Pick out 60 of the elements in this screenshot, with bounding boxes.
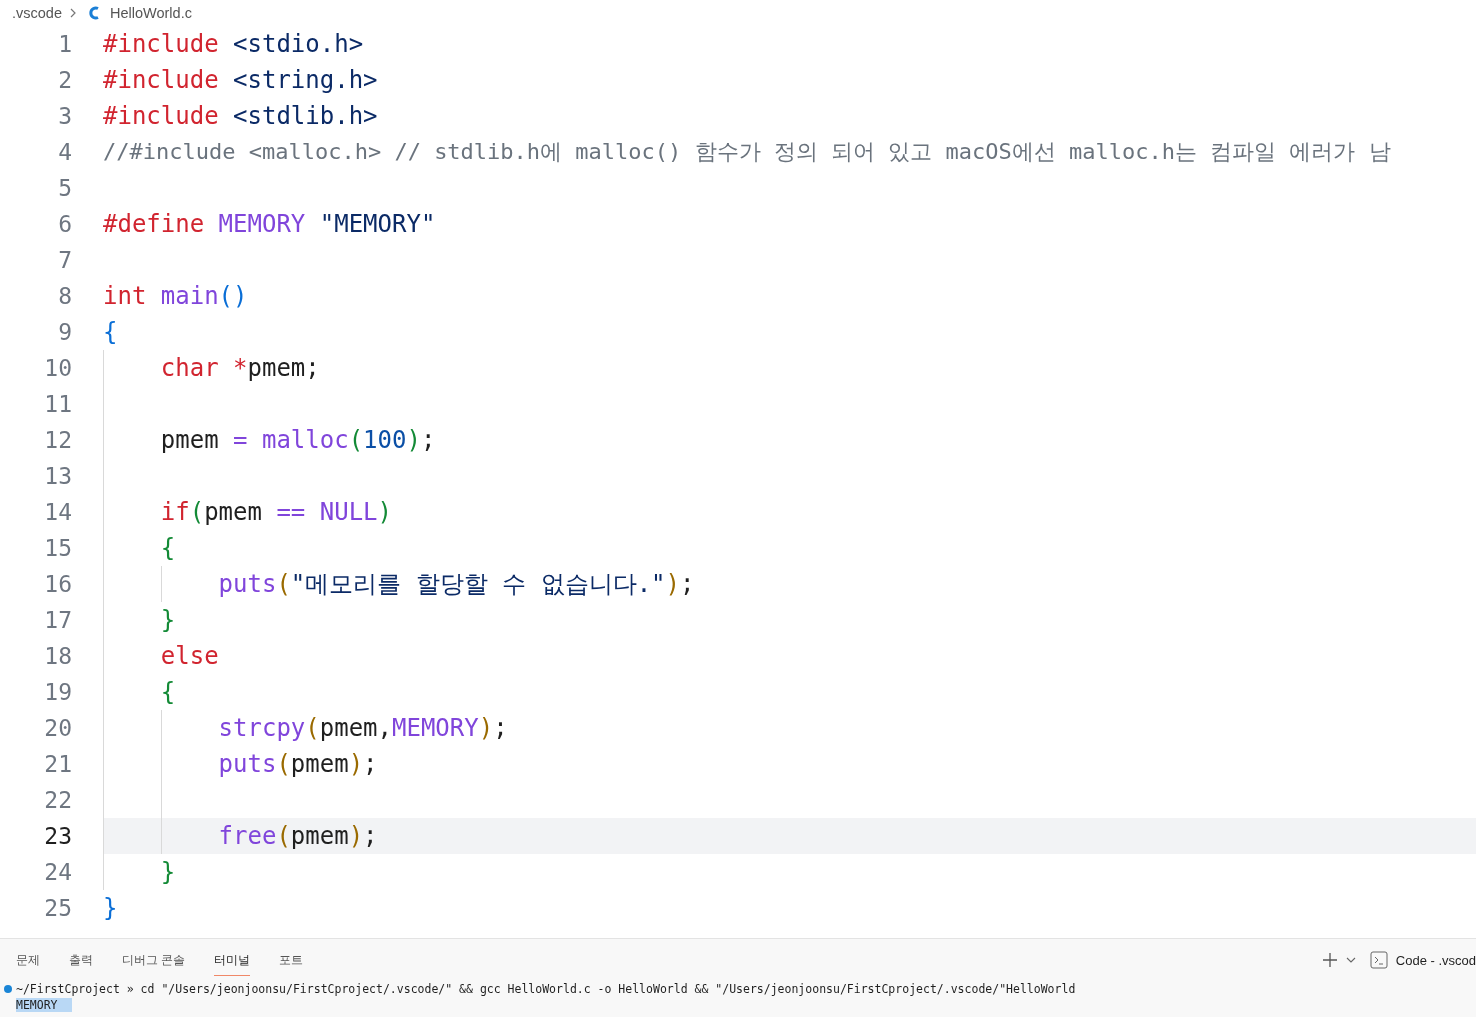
line-number: 10	[43, 355, 72, 381]
line-number: 9	[57, 319, 72, 345]
line-number: 25	[43, 895, 72, 921]
line-number: 24	[43, 859, 72, 885]
c-file-icon	[88, 5, 100, 21]
line-number: 12	[43, 427, 72, 453]
code-line: if(pmem == NULL)	[159, 498, 392, 526]
terminal-output: MEMORY	[16, 998, 72, 1012]
line-number: 23	[43, 823, 72, 849]
code-line: puts(pmem);	[217, 750, 378, 778]
chevron-right-icon	[68, 8, 78, 18]
panel-tab[interactable]: 문제	[16, 944, 40, 976]
code-line: #include <string.h>	[103, 66, 378, 94]
line-number: 1	[57, 31, 72, 57]
code-line: #include <stdio.h>	[103, 30, 364, 58]
line-number: 4	[57, 139, 72, 165]
line-number: 17	[43, 607, 72, 633]
line-number: 18	[43, 643, 72, 669]
status-dot-icon	[4, 985, 12, 993]
line-number: 8	[57, 283, 72, 309]
code-line: free(pmem);	[217, 822, 378, 850]
code-line: char *pmem;	[159, 354, 320, 382]
code-line: strcpy(pmem,MEMORY);	[217, 714, 508, 742]
line-number: 22	[43, 787, 72, 813]
panel-tab[interactable]: 디버그 콘솔	[122, 944, 186, 976]
terminal-icon	[1369, 951, 1388, 969]
code-line: else	[159, 642, 219, 670]
code-line: //#include <malloc.h> // stdlib.h에 malloc() 함수가 정의 되어 있고 macOS에선 malloc.h는 컴파일 에러가 남	[103, 138, 1391, 166]
line-number: 6	[57, 211, 72, 237]
code-line: pmem = malloc(100);	[159, 426, 436, 454]
line-number: 11	[43, 391, 72, 417]
plus-icon[interactable]	[1321, 952, 1338, 968]
panel-tab[interactable]: 출력	[69, 944, 93, 976]
line-number: 7	[57, 247, 72, 273]
code-line: }	[159, 858, 176, 886]
line-number: 14	[43, 499, 72, 525]
line-number: 3	[57, 103, 72, 129]
folder-name[interactable]: .vscode	[12, 5, 62, 21]
panel-tab[interactable]: 포트	[279, 944, 304, 976]
terminal-name[interactable]: Code - .vscod	[1395, 952, 1476, 968]
code-line: {	[159, 678, 176, 706]
line-number: 20	[43, 715, 72, 741]
line-number: 16	[43, 571, 72, 597]
line-number: 19	[43, 679, 72, 705]
code-line: #include <stdlib.h>	[103, 102, 378, 130]
panel-tab[interactable]: 터미널	[214, 944, 251, 976]
code-line: {	[159, 534, 176, 562]
terminal-command: ~/FirstCproject » cd "/Users/jeonjoonsu/FirstCproject/.vscode/" && gcc HelloWorld.c -o HelloWorld && "/Users/jeonjoonsu/FirstCproject/.vscode/"HelloWorld	[16, 982, 1076, 996]
file-name[interactable]: HelloWorld.c	[110, 5, 192, 21]
line-number: 5	[57, 175, 72, 201]
line-number: 13	[43, 463, 72, 489]
line-number: 2	[57, 67, 72, 93]
code-line: int main()	[103, 282, 248, 310]
code-line: }	[103, 894, 118, 922]
line-number: 15	[43, 535, 72, 561]
code-line: #define MEMORY "MEMORY"	[103, 210, 436, 238]
code-line: }	[159, 606, 176, 634]
code-line: puts("메모리를 할당할 수 없습니다.");	[217, 569, 695, 600]
line-number: 21	[43, 751, 72, 777]
code-line: {	[103, 318, 118, 346]
